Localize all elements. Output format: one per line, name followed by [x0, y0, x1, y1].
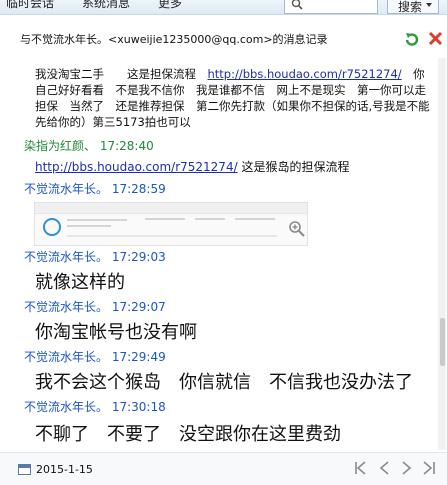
message-text: http://bbs.houdao.com/r7521274/ 这是猴岛的担保流…	[35, 160, 350, 174]
first-page-icon[interactable]	[354, 461, 368, 475]
chevron-down-icon	[426, 3, 432, 7]
top-tab-bar: 临时会话 系统消息 更多 搜索	[0, 0, 447, 15]
screenshot-thumbnail[interactable]	[34, 202, 308, 246]
search-icon	[291, 0, 303, 10]
sender-name: 染指为红颜、	[24, 139, 97, 153]
refresh-icon[interactable]	[404, 31, 420, 47]
sender-name: 不觉流水年长。	[24, 300, 109, 314]
calendar-icon[interactable]	[18, 464, 31, 475]
sender-name: 不觉流水年长。	[24, 350, 109, 364]
message-time: 17:28:59	[111, 182, 166, 196]
close-icon[interactable]	[428, 31, 443, 46]
message-text: 就像这样的	[35, 272, 125, 293]
message-time: 17:28:40	[99, 139, 154, 153]
tab-temp-chat[interactable]: 临时会话	[6, 0, 54, 11]
site-logo-icon	[43, 218, 61, 236]
previous-page-icon[interactable]	[378, 461, 392, 475]
message-header: 不觉流水年长。 17:28:59	[24, 180, 166, 197]
search-button-label: 搜索	[398, 0, 423, 14]
message-text: 我没淘宝二手 这是担保流程 http://bbs.houdao.com/r752…	[35, 67, 430, 129]
date-label[interactable]: 2015-1-15	[36, 463, 93, 476]
last-page-icon[interactable]	[422, 461, 436, 475]
page-title: 与不觉流水年长。<xuweijie1235000@qq.com>的消息记录	[20, 33, 328, 46]
message-header: 不觉流水年长。 17:29:03	[24, 248, 166, 265]
message-link[interactable]: http://bbs.houdao.com/r7521274/	[35, 160, 238, 174]
message-time: 17:29:07	[111, 300, 166, 314]
message-text: 你淘宝帐号也没有啊	[35, 322, 197, 343]
sender-name: 不觉流水年长。	[24, 182, 109, 196]
message-header: 不觉流水年长。 17:29:49	[24, 348, 166, 365]
message-header: 染指为红颜、 17:28:40	[24, 137, 154, 154]
message-header: 不觉流水年长。 17:29:07	[24, 298, 166, 315]
sender-name: 不觉流水年长。	[24, 400, 109, 414]
message-text: 不聊了 不要了 没空跟你在这里费劲	[35, 424, 341, 445]
zoom-icon[interactable]	[288, 220, 306, 238]
message-header: 不觉流水年长。 17:30:18	[24, 398, 166, 415]
message-time: 17:29:49	[111, 350, 166, 364]
tab-more[interactable]: 更多	[158, 0, 182, 11]
message-time: 17:30:18	[111, 400, 166, 414]
message-link[interactable]: http://bbs.houdao.com/r7521274/	[208, 67, 402, 81]
search-input[interactable]	[284, 0, 378, 14]
history-footer: 2015-1-15	[0, 452, 447, 485]
message-time: 17:29:03	[111, 250, 166, 264]
history-header: 与不觉流水年长。<xuweijie1235000@qq.com>的消息记录	[0, 22, 447, 54]
search-button[interactable]: 搜索	[387, 0, 439, 14]
tab-system-messages[interactable]: 系统消息	[82, 0, 130, 11]
scrollbar-track[interactable]	[438, 58, 446, 450]
next-page-icon[interactable]	[400, 461, 414, 475]
sender-name: 不觉流水年长。	[24, 250, 109, 264]
scrollbar-thumb[interactable]	[440, 318, 445, 366]
message-text: 我不会这个猴岛 你信就信 不信我也没办法了	[35, 372, 413, 393]
